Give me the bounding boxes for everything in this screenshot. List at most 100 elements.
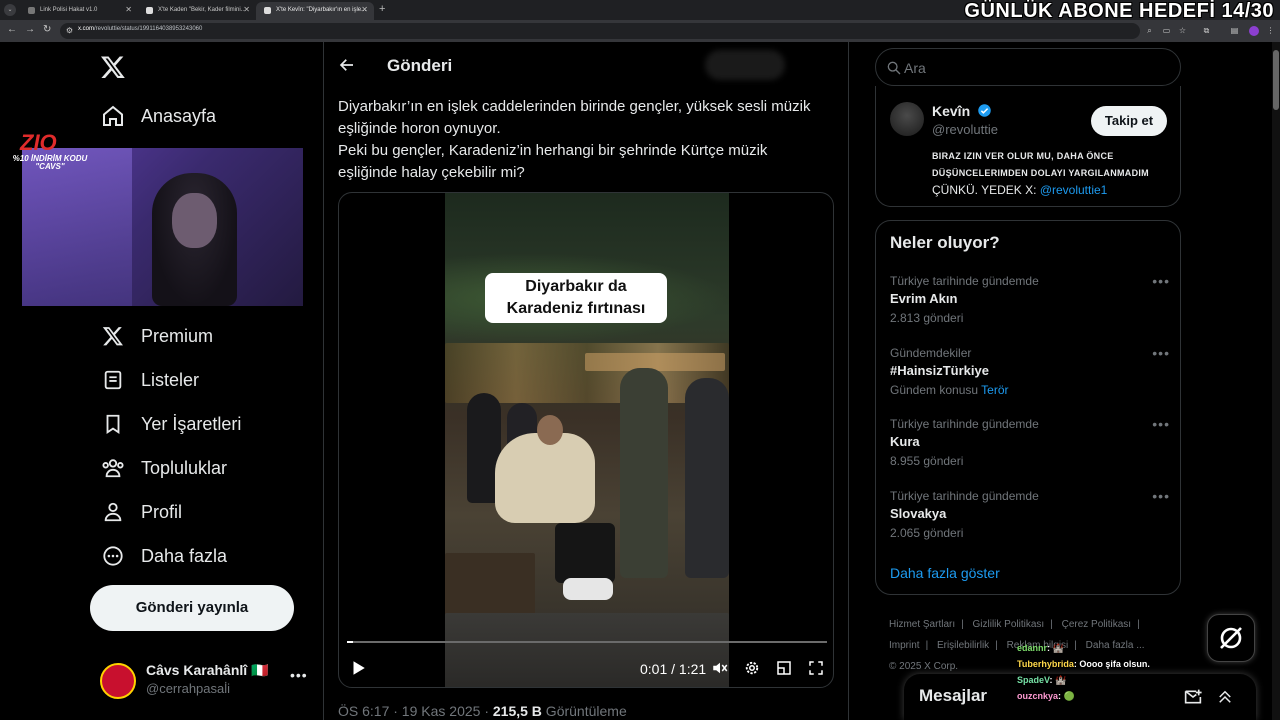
sidebar-item-communities[interactable]: Topluluklar <box>100 453 227 483</box>
sidebar-item-label: Premium <box>141 325 214 346</box>
account-switcher[interactable]: Câvs Karahânlî 🇮🇹 @cerrahpasal̇i ••• <box>100 661 310 701</box>
more-icon[interactable]: ••• <box>1152 273 1170 289</box>
sidebar-item-label: Listeler <box>141 369 200 390</box>
expand-up-icon[interactable] <box>1216 687 1234 707</box>
profile-handle[interactable]: @revoluttie <box>932 122 998 137</box>
bio-line: BIRAZ IZIN VER OLUR MU, DAHA ÖNCE <box>932 151 1114 161</box>
sidebar-item-bookmarks[interactable]: Yer İşaretleri <box>100 409 241 439</box>
forward-icon[interactable]: → <box>25 24 35 35</box>
zio-logo: ZIO <box>20 130 57 155</box>
trend-item[interactable]: Gündemdekiler #HainsizTürkiye Gündem kon… <box>890 345 1170 407</box>
more-icon[interactable]: ••• <box>1152 345 1170 361</box>
back-arrow-icon[interactable] <box>338 56 356 74</box>
menu-icon[interactable]: ⋮ <box>1266 26 1275 35</box>
communities-icon <box>100 455 126 481</box>
zoom-icon[interactable]: ⌕ <box>1145 26 1154 35</box>
browser-tab-active[interactable]: X'te Kevîn: "Diyarbakır'ın en işle... ✕ <box>256 2 374 20</box>
site-info-icon[interactable]: ⚙ <box>65 26 74 35</box>
stream-chat-overlay: edannr: 🏰 Tuberhybrida: Oooo şifa olsun.… <box>1017 640 1217 704</box>
home-icon <box>100 103 126 129</box>
sidebar-item-home[interactable]: Anasayfa <box>100 101 216 131</box>
video-player[interactable]: Diyarbakır da Karadeniz fırtınası 0:01 /… <box>338 192 834 688</box>
reload-icon[interactable]: ↻ <box>43 24 51 35</box>
post-button[interactable]: Gönderi yayınla <box>90 585 294 631</box>
settings-icon[interactable] <box>743 659 761 677</box>
picture-in-picture-icon[interactable] <box>775 659 793 677</box>
trend-item[interactable]: Türkiye tarihinde gündemde Evrim Akın 2.… <box>890 273 1170 335</box>
tab-title: X'te Kevîn: "Diyarbakır'ın en işle... <box>276 7 367 13</box>
tweet-line: eşliğinde horon oynuyor. <box>338 120 501 137</box>
sidebar-item-lists[interactable]: Listeler <box>100 365 199 395</box>
x-logo-icon[interactable] <box>100 54 126 80</box>
search-input[interactable] <box>904 58 1164 78</box>
scrollbar-thumb[interactable] <box>1273 50 1279 110</box>
video-progress-bar[interactable] <box>347 641 827 643</box>
browser-toolbar: ← → ↻ ⚙ x.com/revoluttie/status/19911640… <box>0 20 1280 42</box>
page-scrollbar[interactable] <box>1272 42 1280 720</box>
video-caption: Diyarbakır da Karadeniz fırtınası <box>485 273 667 323</box>
tab-search-button[interactable]: ⌄ <box>4 4 16 16</box>
more-icon[interactable]: ••• <box>290 667 308 683</box>
fullscreen-icon[interactable] <box>807 659 825 677</box>
column-divider <box>848 42 849 720</box>
footer-link[interactable]: Hizmet Şartları <box>889 619 955 630</box>
sidebar-item-premium[interactable]: Premium <box>100 321 213 351</box>
view-count: 215,5 B <box>492 703 542 719</box>
footer-link[interactable]: Erişilebilirlik <box>937 640 989 651</box>
footer-link[interactable]: Imprint <box>889 640 920 651</box>
subscriber-goal-overlay: GÜNLÜK ABONE HEDEFİ 14/30 <box>964 0 1274 22</box>
bio-link[interactable]: @revoluttie1 <box>1040 183 1108 197</box>
browser-tab[interactable]: Link Polisi Hakat v1.0 ✕ <box>20 2 138 20</box>
bookmark-icon <box>100 411 126 437</box>
tweet-line: Diyarbakır’ın en işlek caddelerinden bir… <box>338 98 811 115</box>
browser-tab[interactable]: X'te Kaden "Bekir, Kader filmini... ✕ <box>138 2 256 20</box>
trend-item[interactable]: Türkiye tarihinde gündemde Kura 8.955 gö… <box>890 416 1170 478</box>
close-icon[interactable]: ✕ <box>243 2 250 18</box>
cast-icon[interactable]: ▭ <box>1162 26 1171 35</box>
x-premium-icon <box>100 323 126 349</box>
back-icon[interactable]: ← <box>7 24 17 35</box>
browser-tab-bar: ⌄ Link Polisi Hakat v1.0 ✕ X'te Kaden "B… <box>0 0 1280 22</box>
new-tab-button[interactable]: + <box>379 3 385 15</box>
trend-category-link[interactable]: Terör <box>981 383 1008 397</box>
volume-icon[interactable] <box>711 659 729 677</box>
video-caption-line: Karadeniz fırtınası <box>506 300 646 317</box>
avatar <box>100 663 136 699</box>
column-divider <box>323 42 324 720</box>
tweet-timestamp[interactable]: ÖS 6:17 · 19 Kas 2025 · <box>338 703 493 719</box>
show-more-link[interactable]: Daha fazla göster <box>890 565 1000 581</box>
verified-badge-icon <box>978 104 991 117</box>
trend-context: Türkiye tarihinde gündemde <box>890 274 1039 288</box>
more-icon[interactable]: ••• <box>1152 416 1170 432</box>
footer-link[interactable]: Gizlilik Politikası <box>973 619 1045 630</box>
trend-name: Kura <box>890 434 920 449</box>
play-icon[interactable] <box>349 659 367 677</box>
more-icon[interactable]: ••• <box>1152 488 1170 504</box>
avatar[interactable] <box>890 102 924 136</box>
url-bar[interactable]: ⚙ x.com/revoluttie/status/19911640389532… <box>60 23 1140 39</box>
bio-line: ÇÜNKÜ. YEDEK X: @revoluttie1 <box>932 183 1108 197</box>
video-frame[interactable]: Diyarbakır da Karadeniz fırtınası <box>445 193 729 687</box>
close-icon[interactable]: ✕ <box>361 2 368 18</box>
search-box[interactable] <box>875 48 1181 86</box>
sidebar-item-profile[interactable]: Profil <box>100 497 182 527</box>
account-name: Câvs Karahânlî 🇮🇹 <box>146 662 269 678</box>
close-icon[interactable]: ✕ <box>125 2 132 18</box>
sidebar-item-more[interactable]: Daha fazla <box>100 541 227 571</box>
extensions-icon[interactable]: ⧉ <box>1202 26 1211 35</box>
footer-link[interactable]: Çerez Politikası <box>1062 619 1131 630</box>
chat-message: Tuberhybrida: Oooo şifa olsun. <box>1017 659 1150 669</box>
profile-card: Kevîn @revoluttie Takip et BIRAZ IZIN VE… <box>875 86 1181 207</box>
trend-item[interactable]: Türkiye tarihinde gündemde Slovakya 2.06… <box>890 488 1170 550</box>
footer-separator: | <box>1137 619 1140 630</box>
search-icon <box>887 61 901 75</box>
sidepanel-icon[interactable]: ▤ <box>1230 26 1239 35</box>
browser-profile-avatar[interactable] <box>1249 26 1259 36</box>
follow-button[interactable]: Takip et <box>1091 106 1167 136</box>
footer-separator: | <box>995 640 998 651</box>
star-icon[interactable]: ☆ <box>1178 26 1187 35</box>
profile-name[interactable]: Kevîn <box>932 103 992 119</box>
footer-separator: | <box>961 619 964 630</box>
trend-name: Evrim Akın <box>890 291 958 306</box>
video-progress-fill <box>347 641 353 643</box>
